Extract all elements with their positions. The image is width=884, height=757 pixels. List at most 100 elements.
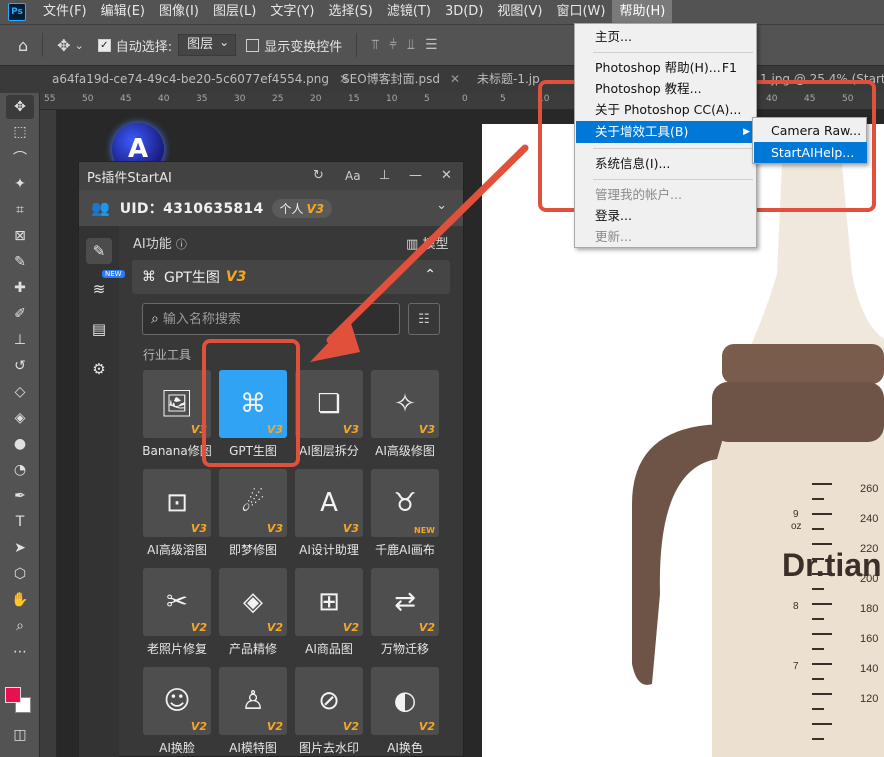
quick-select-tool-icon[interactable]: ✦ bbox=[6, 172, 34, 196]
tool-card[interactable]: ⊞ V2 AI商品图 bbox=[295, 568, 371, 664]
document-icon[interactable]: ▤ bbox=[86, 316, 112, 342]
tool-card[interactable]: A V3 AI设计助理 bbox=[295, 469, 371, 565]
tool-tile[interactable]: 🖼 V3 bbox=[143, 370, 211, 438]
zoom-tool-icon[interactable]: ⌕ bbox=[6, 614, 34, 638]
tool-tile[interactable]: A V3 bbox=[295, 469, 363, 537]
tool-tile[interactable]: ♙ V2 bbox=[219, 667, 287, 735]
healing-tool-icon[interactable]: ✚ bbox=[6, 276, 34, 300]
align-bottom-icon[interactable]: ⫫ bbox=[407, 37, 415, 53]
tool-card[interactable]: ◈ V2 产品精修 bbox=[219, 568, 295, 664]
menu-item-camera-raw[interactable]: Camera Raw... bbox=[754, 120, 867, 141]
tool-tile[interactable]: ☄ V3 bbox=[219, 469, 287, 537]
tool-tile[interactable]: ◈ V2 bbox=[219, 568, 287, 636]
align-middle-icon[interactable]: ⫩ bbox=[389, 37, 397, 53]
history-brush-icon[interactable]: ↺ bbox=[6, 354, 34, 378]
menu-file[interactable]: 文件(F) bbox=[36, 0, 94, 24]
tool-card[interactable]: ⇄ V2 万物迁移 bbox=[371, 568, 447, 664]
menu-window[interactable]: 窗口(W) bbox=[549, 0, 612, 24]
menu-type[interactable]: 文字(Y) bbox=[263, 0, 321, 24]
menu-edit[interactable]: 编辑(E) bbox=[94, 0, 152, 24]
menu-item-about-ps[interactable]: 关于 Photoshop CC(A)... bbox=[576, 99, 757, 121]
menu-3d[interactable]: 3D(D) bbox=[438, 0, 490, 24]
tool-card[interactable]: ☄ V3 即梦修图 bbox=[219, 469, 295, 565]
show-transform-checkbox[interactable] bbox=[246, 38, 260, 52]
menu-item-startai-help[interactable]: StartAIHelp... bbox=[754, 142, 867, 163]
eyedropper-tool-icon[interactable]: ✎ bbox=[6, 250, 34, 274]
ruler-number: 5 bbox=[424, 94, 430, 104]
layers-icon[interactable]: ≋ NEW bbox=[86, 270, 125, 302]
tool-card[interactable]: ◐ V2 AI换色 bbox=[371, 667, 447, 757]
tool-tile[interactable]: ❏ V3 bbox=[295, 370, 363, 438]
menu-view[interactable]: 视图(V) bbox=[490, 0, 549, 24]
eraser-tool-icon[interactable]: ◇ bbox=[6, 380, 34, 404]
close-icon[interactable]: ✕ bbox=[450, 72, 460, 86]
tool-tile[interactable]: ⊞ V2 bbox=[295, 568, 363, 636]
paint-bucket-icon[interactable]: ◈ bbox=[6, 406, 34, 430]
distribute-icon[interactable]: ☰ bbox=[425, 37, 438, 53]
recolor-icon: ◐ bbox=[393, 686, 417, 716]
tool-card[interactable]: ✧ V3 AI高级修图 bbox=[371, 370, 447, 466]
tool-tile[interactable]: ⊡ V3 bbox=[143, 469, 211, 537]
oz-mark: oz bbox=[791, 521, 802, 532]
edit-icon[interactable]: ✎ bbox=[86, 238, 112, 264]
blur-tool-icon[interactable]: ● bbox=[6, 432, 34, 456]
menu-help[interactable]: 帮助(H) bbox=[612, 0, 673, 24]
tool-card[interactable]: ☺ V2 AI换脸 bbox=[143, 667, 219, 757]
auto-select-dropdown[interactable]: 图层 bbox=[178, 32, 237, 56]
move-tool-icon[interactable]: ✥ bbox=[6, 95, 34, 119]
tool-card[interactable]: ⊘ V2 图片去水印 bbox=[295, 667, 371, 757]
more-tools-icon[interactable]: ⋯ bbox=[6, 640, 34, 664]
type-tool-icon[interactable]: T bbox=[6, 510, 34, 534]
frame-tool-icon[interactable]: ⊠ bbox=[6, 224, 34, 248]
tool-card[interactable]: ✂ V2 老照片修复 bbox=[143, 568, 219, 664]
marquee-tool-icon[interactable]: ⬚ bbox=[6, 120, 34, 144]
menu-item-home[interactable]: 主页... bbox=[576, 26, 757, 48]
menu-item-sign-in[interactable]: 登录... bbox=[576, 205, 757, 227]
shape-tool-icon[interactable]: ⬡ bbox=[6, 562, 34, 586]
menu-item-system-info[interactable]: 系统信息(I)... bbox=[576, 153, 757, 175]
tool-tile[interactable]: ⊘ V2 bbox=[295, 667, 363, 735]
tab-document-1[interactable]: a64fa19d-ce74-49c4-be20-5c6077ef4554.png… bbox=[52, 66, 349, 93]
tool-tile[interactable]: ⇄ V2 bbox=[371, 568, 439, 636]
tool-card[interactable]: ♉ NEW 千鹿AI画布 bbox=[371, 469, 447, 565]
hand-tool-icon[interactable]: ✋ bbox=[6, 588, 34, 612]
menu-select[interactable]: 选择(S) bbox=[321, 0, 379, 24]
gear-icon[interactable]: ⚙ bbox=[86, 356, 112, 382]
menu-layer[interactable]: 图层(L) bbox=[206, 0, 263, 24]
menu-image[interactable]: 图像(I) bbox=[152, 0, 206, 24]
tab-document-2[interactable]: SEO博客封面.psd ✕ bbox=[342, 66, 460, 93]
home-icon[interactable]: ⌂ bbox=[18, 36, 28, 55]
tool-tile[interactable]: ✧ V3 bbox=[371, 370, 439, 438]
pen-tool-icon[interactable]: ✒ bbox=[6, 484, 34, 508]
brush-tool-icon[interactable]: ✐ bbox=[6, 302, 34, 326]
tool-tile[interactable]: ♉ NEW bbox=[371, 469, 439, 537]
move-tool-icon[interactable]: ✥ bbox=[57, 36, 70, 55]
auto-select-checkbox[interactable]: ✓ bbox=[97, 38, 111, 52]
tool-tile[interactable]: ✂ V2 bbox=[143, 568, 211, 636]
tab-document-3[interactable]: 未标题-1.jp bbox=[477, 66, 540, 93]
menu-item-about-plugins[interactable]: 关于增效工具(B) ▶ bbox=[576, 121, 757, 143]
menu-item-updates[interactable]: 更新... bbox=[576, 226, 757, 248]
crop-tool-icon[interactable]: ⌗ bbox=[6, 198, 34, 222]
path-select-icon[interactable]: ➤ bbox=[6, 536, 34, 560]
tab-label: SEO博客封面.psd bbox=[342, 72, 440, 86]
tool-tile[interactable]: ☺ V2 bbox=[143, 667, 211, 735]
tool-card[interactable]: ♙ V2 AI模特图 bbox=[219, 667, 295, 757]
menu-filter[interactable]: 滤镜(T) bbox=[380, 0, 438, 24]
info-icon[interactable]: ⓘ bbox=[176, 238, 187, 251]
chevron-down-icon[interactable]: ⌄ bbox=[75, 39, 84, 52]
menu-item-ps-help[interactable]: Photoshop 帮助(H)... F1 bbox=[576, 57, 757, 79]
foreground-color-swatch[interactable] bbox=[5, 687, 21, 703]
tool-tile[interactable]: ◐ V2 bbox=[371, 667, 439, 735]
align-top-icon[interactable]: ⫪ bbox=[371, 37, 379, 53]
version-badge: V2 bbox=[190, 720, 207, 733]
tool-card[interactable]: ⊡ V3 AI高级溶图 bbox=[143, 469, 219, 565]
menu-item-ps-tutorials[interactable]: Photoshop 教程... bbox=[576, 78, 757, 100]
menu-item-manage-account[interactable]: 管理我的帐户... bbox=[576, 184, 757, 206]
version-badge: V2 bbox=[190, 621, 207, 634]
quick-mask-icon[interactable]: ◫ bbox=[6, 723, 34, 747]
lasso-tool-icon[interactable]: ⌒ bbox=[6, 146, 34, 170]
stamp-tool-icon[interactable]: ⊥ bbox=[6, 328, 34, 352]
dodge-tool-icon[interactable]: ◔ bbox=[6, 458, 34, 482]
tool-card[interactable]: ❏ V3 AI图层拆分 bbox=[295, 370, 371, 466]
